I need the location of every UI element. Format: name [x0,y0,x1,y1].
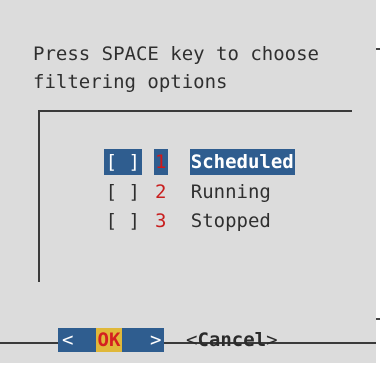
ok-right-bracket: > [150,329,162,351]
option-stopped-label: Stopped [190,210,271,232]
option-stopped[interactable]: [ ] 3 Stopped [58,182,272,232]
cancel-button[interactable]: <Cancel> [186,328,278,352]
prompt-line-1: Press SPACE key to choose [33,43,319,65]
right-edge-tick-bottom [376,318,380,320]
cancel-label: Cancel [197,329,267,351]
ok-label: OK [96,328,122,352]
right-edge-tick-top [376,48,380,50]
prompt-line-2: filtering options [33,71,228,93]
option-running[interactable]: [ ] 2 Running [58,153,272,203]
filter-dialog: Press SPACE key to choose filtering opti… [0,0,376,363]
list-top-border [38,110,352,112]
ok-left-bracket: < [62,329,74,351]
ok-button[interactable]: < OK > [58,328,164,352]
option-stopped-checkbox[interactable]: [ ] [104,208,142,234]
cancel-left-bracket: < [186,329,198,351]
list-left-border [38,110,40,282]
option-scheduled[interactable]: [ ] 1 Scheduled [58,123,295,175]
cancel-right-bracket: > [266,329,278,351]
option-stopped-number: 3 [155,210,167,232]
dialog-prompt: Press SPACE key to choose filtering opti… [33,40,319,96]
